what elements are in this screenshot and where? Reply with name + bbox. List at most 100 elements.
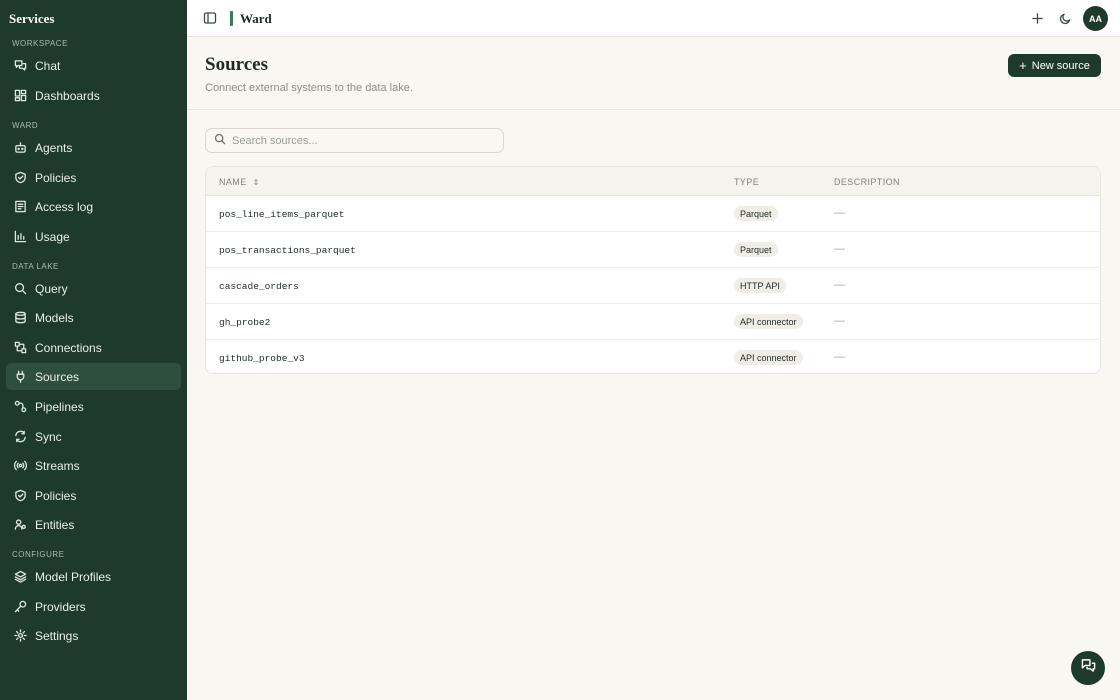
log-icon (14, 200, 27, 213)
sidebar-item-query[interactable]: Query (6, 275, 181, 302)
sidebar-item-label: Settings (35, 628, 79, 643)
section-label-configure: CONFIGURE (12, 550, 65, 559)
page-title: Sources (205, 54, 268, 75)
theme-toggle-button[interactable] (1059, 12, 1072, 25)
sidebar-item-label: Chat (35, 58, 61, 73)
column-header-name[interactable]: NAME ⇕ (219, 177, 260, 187)
sidebar-item-label: Model Profiles (35, 569, 112, 584)
key-icon (14, 600, 27, 613)
sidebar-item-label: Agents (35, 140, 73, 155)
sidebar-item-models[interactable]: Models (6, 304, 181, 331)
database-icon (14, 311, 27, 324)
sidebar-item-providers[interactable]: Providers (6, 593, 181, 620)
source-description: — (834, 243, 845, 255)
sidebar-item-label: Policies (35, 488, 77, 503)
page-header: Sources Connect external systems to the … (187, 37, 1120, 110)
table-row[interactable]: gh_probe2 API connector — (206, 304, 1100, 340)
users-icon (14, 518, 27, 531)
sidebar-item-connections[interactable]: Connections (6, 334, 181, 361)
chat-icon (14, 59, 27, 72)
column-header-description: DESCRIPTION (834, 177, 900, 187)
connections-icon (14, 341, 27, 354)
sidebar-item-sync[interactable]: Sync (6, 423, 181, 450)
sync-icon (14, 430, 27, 443)
sidebar-item-label: Query (35, 281, 68, 296)
sidebar: Services WORKSPACE Chat Dashboards WARD … (0, 0, 187, 700)
shield-icon (14, 171, 27, 184)
moon-icon (1059, 12, 1072, 29)
breadcrumb-accent (230, 11, 233, 26)
sidebar-item-chat[interactable]: Chat (6, 52, 181, 79)
radio-icon (14, 459, 27, 472)
sidebar-brand: Services (9, 11, 55, 26)
sidebar-item-label: Providers (35, 599, 86, 614)
section-label-workspace: WORKSPACE (12, 39, 68, 48)
layers-icon (14, 570, 27, 583)
sidebar-item-pipelines[interactable]: Pipelines (6, 393, 181, 420)
sidebar-item-label: Usage (35, 229, 70, 244)
sidebar-item-label: Sync (35, 429, 62, 444)
sidebar-toggle-icon (203, 12, 217, 29)
sidebar-item-label: Streams (35, 458, 80, 473)
chat-fab-button[interactable] (1071, 651, 1105, 685)
table-row[interactable]: github_probe_v3 API connector — (206, 340, 1100, 373)
plug-icon (14, 370, 27, 383)
table-row[interactable]: cascade_orders HTTP API — (206, 268, 1100, 304)
sidebar-item-settings[interactable]: Settings (6, 622, 181, 649)
chat-icon (1081, 658, 1096, 678)
topbar: Ward AA (187, 0, 1120, 37)
source-name: github_probe_v3 (219, 353, 305, 364)
table-row[interactable]: pos_transactions_parquet Parquet — (206, 232, 1100, 268)
add-button[interactable] (1031, 12, 1044, 25)
shield-icon (14, 489, 27, 502)
search-box (205, 128, 504, 153)
sidebar-item-entities[interactable]: Entities (6, 511, 181, 538)
source-name: gh_probe2 (219, 317, 271, 328)
search-input[interactable] (232, 134, 492, 147)
sidebar-item-agents[interactable]: Agents (6, 134, 181, 161)
avatar[interactable]: AA (1083, 6, 1108, 31)
source-description: — (834, 207, 845, 219)
type-badge: HTTP API (734, 278, 786, 293)
bar-chart-icon (14, 230, 27, 243)
sidebar-item-access-log[interactable]: Access log (6, 193, 181, 220)
source-name: pos_line_items_parquet (219, 209, 345, 220)
source-description: — (834, 351, 845, 363)
pipeline-icon (14, 400, 27, 413)
sidebar-item-label: Models (35, 310, 74, 325)
sidebar-item-label: Sources (35, 369, 80, 384)
sidebar-item-label: Entities (35, 517, 75, 532)
new-source-button[interactable]: + New source (1008, 54, 1101, 77)
app-title: Ward (240, 11, 272, 26)
type-badge: API connector (734, 350, 803, 365)
sidebar-item-label: Connections (35, 340, 102, 355)
sort-icon: ⇕ (252, 177, 260, 187)
table-row[interactable]: pos_line_items_parquet Parquet — (206, 196, 1100, 232)
sidebar-item-policies-lake[interactable]: Policies (6, 482, 181, 509)
plus-icon (1031, 12, 1044, 29)
sidebar-item-usage[interactable]: Usage (6, 223, 181, 250)
sidebar-item-model-profiles[interactable]: Model Profiles (6, 563, 181, 590)
dashboard-icon (14, 89, 27, 102)
source-name: cascade_orders (219, 281, 299, 292)
plus-icon: + (1019, 58, 1027, 73)
sidebar-toggle-button[interactable] (203, 11, 217, 25)
source-name: pos_transactions_parquet (219, 245, 356, 256)
column-header-type: TYPE (734, 177, 760, 187)
type-badge: API connector (734, 314, 803, 329)
sources-table: NAME ⇕ TYPE DESCRIPTION pos_line_items_p… (205, 166, 1101, 374)
sidebar-item-policies[interactable]: Policies (6, 164, 181, 191)
sidebar-item-sources[interactable]: Sources (6, 363, 181, 390)
sidebar-item-label: Pipelines (35, 399, 84, 414)
search-icon (14, 282, 27, 295)
sidebar-item-label: Dashboards (35, 88, 100, 103)
source-description: — (834, 279, 845, 291)
section-label-ward: WARD (12, 121, 39, 130)
source-description: — (834, 315, 845, 327)
type-badge: Parquet (734, 206, 778, 221)
table-header: NAME ⇕ TYPE DESCRIPTION (206, 167, 1100, 196)
sidebar-item-dashboards[interactable]: Dashboards (6, 82, 181, 109)
sidebar-item-label: Access log (35, 199, 94, 214)
sidebar-item-streams[interactable]: Streams (6, 452, 181, 479)
page-subtitle: Connect external systems to the data lak… (205, 82, 413, 94)
